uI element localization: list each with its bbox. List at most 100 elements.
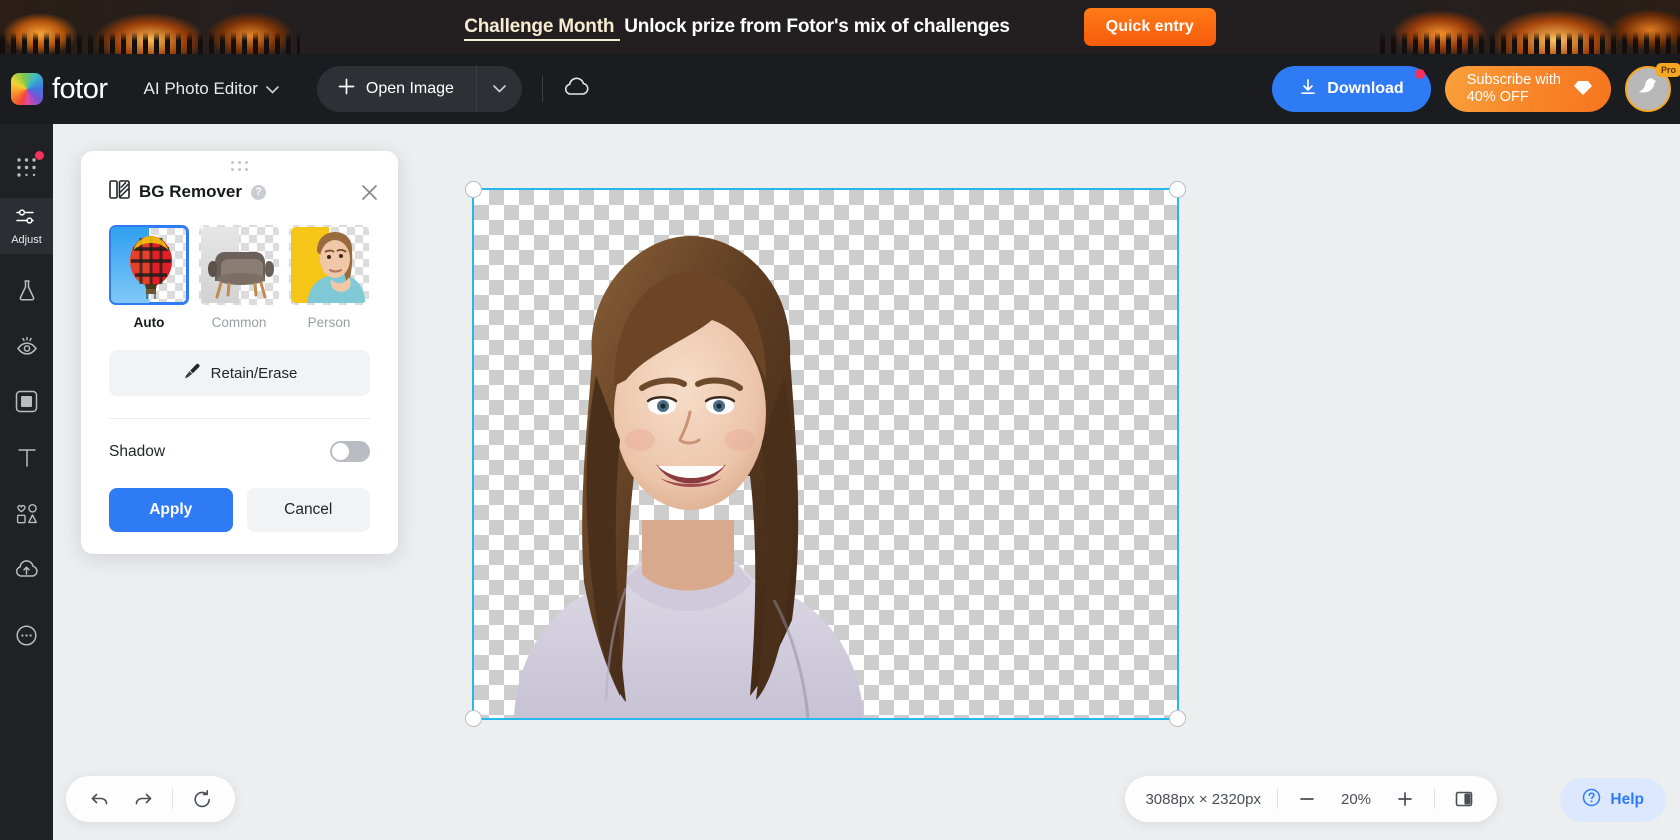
mode-selector[interactable]: AI Photo Editor <box>144 79 279 99</box>
redo-button[interactable] <box>128 784 158 814</box>
brush-icon <box>182 362 201 385</box>
chat-bubble-icon <box>15 624 38 652</box>
header-divider <box>541 76 543 102</box>
shapes-icon <box>15 502 39 530</box>
text-icon <box>16 446 38 474</box>
close-icon[interactable] <box>360 183 379 202</box>
sidebar-item-text[interactable] <box>0 432 53 488</box>
flask-icon <box>16 278 38 307</box>
plus-icon <box>338 78 355 100</box>
download-notification-dot <box>1414 69 1425 79</box>
mode-thumbnails: Auto Common Person <box>81 205 398 330</box>
zoom-toolbar: 3088px × 2320px 20% <box>1125 776 1497 822</box>
zoom-divider-2 <box>1434 789 1435 809</box>
sidebar-item-apps[interactable] <box>0 142 53 198</box>
bg-remover-icon <box>109 179 130 205</box>
open-image-group: Open Image <box>316 66 522 112</box>
promo-highlight: Challenge Month <box>464 16 621 41</box>
mode-common-thumbnail <box>199 225 279 305</box>
sidebar-item-retouch[interactable] <box>0 320 53 376</box>
download-label: Download <box>1327 80 1404 97</box>
mode-common[interactable]: Common <box>199 225 279 330</box>
resize-handle-top-left[interactable] <box>465 181 482 198</box>
panel-title: BG Remover <box>139 182 242 201</box>
cloud-storage-button[interactable] <box>563 77 590 102</box>
compare-view-button[interactable] <box>1451 786 1477 812</box>
resize-handle-bottom-right[interactable] <box>1169 710 1186 727</box>
sidebar-item-label: Adjust <box>11 233 42 246</box>
app-header: fotor AI Photo Editor Open Image Downloa… <box>0 54 1680 124</box>
sidebar-item-feedback[interactable] <box>0 610 53 666</box>
zoom-level: 20% <box>1340 790 1372 808</box>
account-avatar-wrap: Pro <box>1625 63 1680 112</box>
history-divider <box>172 789 173 809</box>
resize-handle-bottom-left[interactable] <box>465 710 482 727</box>
cancel-button[interactable]: Cancel <box>246 488 370 532</box>
sidebar-item-frame[interactable] <box>0 376 53 432</box>
mode-person-label: Person <box>307 315 351 330</box>
quick-entry-button[interactable]: Quick entry <box>1083 8 1216 46</box>
history-toolbar <box>66 776 235 822</box>
zoom-out-button[interactable] <box>1294 786 1320 812</box>
sidebar-item-adjust[interactable]: Adjust <box>0 198 53 254</box>
retain-erase-label: Retain/Erase <box>210 364 298 382</box>
subscribe-button[interactable]: Subscribe with 40% OFF <box>1444 66 1611 112</box>
apps-notification-dot <box>35 151 44 160</box>
bg-remover-panel: BG Remover ? Auto Common Person Retain/E… <box>81 151 398 554</box>
undo-button[interactable] <box>84 784 114 814</box>
download-button[interactable]: Download <box>1272 66 1431 112</box>
reset-button[interactable] <box>187 784 217 814</box>
mode-auto-thumbnail <box>109 225 189 305</box>
fotor-logo-icon <box>11 73 43 105</box>
header-actions: Download Subscribe with 40% OFF Pro <box>1272 63 1680 112</box>
shadow-toggle[interactable] <box>330 441 370 462</box>
cloud-upload-icon <box>14 559 39 585</box>
promo-art-right <box>1380 0 1680 54</box>
promo-subtext: Unlock prize from Fotor's mix of challen… <box>624 16 1010 37</box>
sidebar-item-upload[interactable] <box>0 544 53 600</box>
shadow-label: Shadow <box>109 442 166 460</box>
mode-person-thumbnail <box>289 225 369 305</box>
mode-common-label: Common <box>211 315 267 330</box>
mode-person[interactable]: Person <box>289 225 369 330</box>
mode-selector-label: AI Photo Editor <box>143 79 258 98</box>
panel-drag-handle[interactable] <box>81 151 398 173</box>
image-canvas[interactable] <box>465 181 1186 727</box>
chevron-down-icon <box>493 80 506 98</box>
promo-art-left <box>0 0 300 54</box>
fotor-editor-app: Challenge Month Unlock prize from Fotor's… <box>0 0 1680 840</box>
resize-handle-top-right[interactable] <box>1169 181 1186 198</box>
sidebar-item-ai-tools[interactable] <box>0 264 53 320</box>
apply-button[interactable]: Apply <box>109 488 233 532</box>
eye-icon <box>15 334 39 363</box>
pro-badge: Pro <box>1655 63 1680 77</box>
zoom-divider-1 <box>1277 789 1278 809</box>
apps-grid-icon <box>16 157 37 183</box>
brand-logo[interactable]: fotor <box>0 73 108 106</box>
promo-banner: Challenge Month Unlock prize from Fotor's… <box>0 0 1680 54</box>
help-circle-icon <box>1582 788 1601 812</box>
subscribe-label: Subscribe with 40% OFF <box>1467 72 1561 106</box>
panel-header: BG Remover ? <box>81 173 398 205</box>
shadow-setting-row: Shadow <box>81 419 398 462</box>
panel-action-buttons: Apply Cancel <box>81 462 398 532</box>
canvas-workspace[interactable]: BG Remover ? Auto Common Person Retain/E… <box>53 124 1680 840</box>
open-image-dropdown-button[interactable] <box>475 66 522 112</box>
sidebar-item-elements[interactable] <box>0 488 53 544</box>
subscribe-line-1: Subscribe with <box>1466 72 1561 88</box>
subject-image <box>474 190 904 718</box>
chevron-down-icon <box>266 79 279 99</box>
cloud-icon <box>563 77 590 102</box>
open-image-label: Open Image <box>365 80 454 97</box>
promo-content: Challenge Month Unlock prize from Fotor's… <box>464 8 1216 46</box>
open-image-button[interactable]: Open Image <box>317 66 476 112</box>
sliders-icon <box>15 207 38 232</box>
help-question-icon[interactable]: ? <box>250 184 266 200</box>
mode-auto[interactable]: Auto <box>109 225 189 330</box>
help-button[interactable]: Help <box>1560 778 1666 822</box>
retain-erase-button[interactable]: Retain/Erase <box>109 350 370 396</box>
zoom-in-button[interactable] <box>1392 786 1418 812</box>
help-label: Help <box>1610 791 1644 808</box>
download-icon <box>1299 78 1317 101</box>
subscribe-line-2: 40% OFF <box>1466 89 1529 105</box>
